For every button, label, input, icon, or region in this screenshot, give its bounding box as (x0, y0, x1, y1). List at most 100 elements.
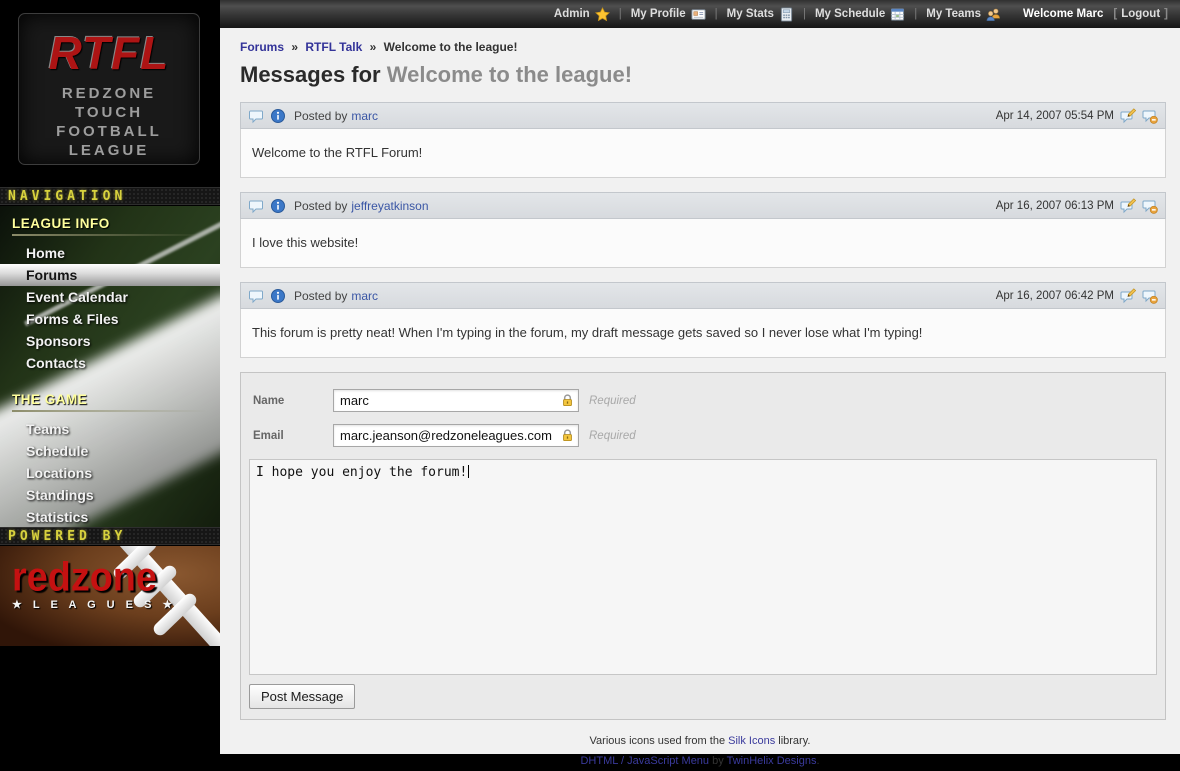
sidebar-item-event-calendar[interactable]: Event Calendar (0, 286, 220, 308)
post-header: Posted by marc Apr 16, 2007 06:42 PM (240, 282, 1166, 309)
post-date: Apr 14, 2007 05:54 PM (996, 110, 1114, 122)
logo-line: TOUCH (19, 103, 199, 122)
topbar: Admin | My Profile | My Stats | My Sched… (220, 0, 1180, 28)
bracket: [ (1113, 8, 1117, 20)
name-label: Name (253, 395, 333, 407)
section-title-the-game: THE GAME (12, 392, 220, 407)
topbar-item-my-profile[interactable]: My Profile (631, 7, 706, 22)
email-row: Email Required (253, 424, 1157, 447)
page-title-prefix: Messages for (240, 62, 387, 87)
footer-text: by (709, 755, 727, 767)
comment-edit-icon[interactable] (1120, 198, 1136, 214)
page-title-topic: Welcome to the league! (387, 62, 632, 87)
footer-text: library. (775, 735, 810, 747)
sidebar: RTFL REDZONE TOUCH FOOTBALL LEAGUE NAVIG… (0, 0, 220, 754)
comment-icon[interactable] (248, 108, 264, 124)
sidebar-item-statistics[interactable]: Statistics (0, 506, 220, 527)
comment-edit-icon[interactable] (1120, 108, 1136, 124)
sidebar-item-home[interactable]: Home (0, 242, 220, 264)
post-date: Apr 16, 2007 06:13 PM (996, 200, 1114, 212)
sidebar-item-standings[interactable]: Standings (0, 484, 220, 506)
breadcrumb-separator: » (370, 40, 377, 54)
info-icon[interactable] (270, 288, 286, 304)
sidebar-item-locations[interactable]: Locations (0, 462, 220, 484)
footer: Various icons used from the Silk Icons l… (220, 731, 1180, 771)
comment-delete-icon[interactable] (1142, 198, 1158, 214)
info-icon[interactable] (270, 198, 286, 214)
section-title-league-info: LEAGUE INFO (12, 216, 220, 231)
post-message-button[interactable]: Post Message (249, 684, 355, 709)
sidebar-item-contacts[interactable]: Contacts (0, 352, 220, 374)
topbar-separator: | (619, 8, 622, 20)
main-content: Forums » RTFL Talk » Welcome to the leag… (220, 28, 1180, 754)
post-header: Posted by jeffreyatkinson Apr 16, 2007 0… (240, 192, 1166, 219)
rtfl-logo[interactable]: RTFL REDZONE TOUCH FOOTBALL LEAGUE (18, 13, 200, 165)
redzone-name: redzone (12, 558, 185, 596)
footer-line-icons: Various icons used from the Silk Icons l… (220, 731, 1180, 751)
topbar-item-my-stats[interactable]: My Stats (727, 7, 794, 22)
sidebar-item-forms-files[interactable]: Forms & Files (0, 308, 220, 330)
bracket: ] (1164, 8, 1168, 20)
post-header: Posted by marc Apr 14, 2007 05:54 PM (240, 102, 1166, 129)
text-caret (468, 465, 469, 478)
topbar-item-admin[interactable]: Admin (554, 7, 610, 22)
sidebar-item-sponsors[interactable]: Sponsors (0, 330, 220, 352)
silk-icons-link[interactable]: Silk Icons (728, 735, 775, 747)
topbar-item-my-schedule[interactable]: My Schedule (815, 7, 905, 22)
sidebar-item-forums[interactable]: Forums (0, 264, 220, 286)
redzone-leagues-logo[interactable]: redzone ★ L E A G U E S ★ (0, 546, 220, 646)
forum-post: Posted by marc Apr 16, 2007 06:42 PM Thi… (240, 282, 1166, 358)
forum-post: Posted by marc Apr 14, 2007 05:54 PM Wel… (240, 102, 1166, 178)
comment-delete-icon[interactable] (1142, 288, 1158, 304)
post-author-link[interactable]: marc (351, 109, 378, 123)
breadcrumb-link-forums[interactable]: Forums (240, 40, 284, 54)
topbar-separator: | (803, 8, 806, 20)
reply-form: Name Required Email Required I hope you … (240, 372, 1166, 720)
sidebar-item-schedule[interactable]: Schedule (0, 440, 220, 462)
sidebar-item-teams[interactable]: Teams (0, 418, 220, 440)
post-body: This forum is pretty neat! When I'm typi… (240, 309, 1166, 358)
section-divider (12, 410, 208, 412)
footer-text: Various icons used from the (590, 735, 729, 747)
post-body: Welcome to the RTFL Forum! (240, 129, 1166, 178)
topbar-item-my-teams[interactable]: My Teams (926, 7, 1001, 22)
email-input[interactable] (333, 424, 579, 447)
post-date: Apr 16, 2007 06:42 PM (996, 290, 1114, 302)
twinhelix-link[interactable]: TwinHelix Designs (727, 755, 817, 767)
post-body: I love this website! (240, 219, 1166, 268)
topbar-separator: | (715, 8, 718, 20)
message-textarea[interactable]: I hope you enjoy the forum! (249, 459, 1157, 675)
breadcrumb: Forums » RTFL Talk » Welcome to the leag… (240, 40, 1166, 54)
forum-post: Posted by jeffreyatkinson Apr 16, 2007 0… (240, 192, 1166, 268)
comment-delete-icon[interactable] (1142, 108, 1158, 124)
topbar-label: My Schedule (815, 8, 885, 20)
group-icon (986, 7, 1001, 22)
breadcrumb-link-rtfl-talk[interactable]: RTFL Talk (305, 40, 362, 54)
lock-icon (560, 393, 575, 408)
rtfl-logo-acronym: RTFL (19, 26, 199, 80)
navigation-banner: NAVIGATION (0, 187, 220, 205)
powered-by-banner: POWERED BY (0, 527, 220, 545)
logo-line: LEAGUE (19, 141, 199, 160)
topbar-label: My Teams (926, 8, 981, 20)
welcome-text: Welcome Marc (1023, 8, 1103, 20)
topbar-label: My Stats (727, 8, 774, 20)
info-icon[interactable] (270, 108, 286, 124)
required-label: Required (589, 395, 636, 407)
posted-by-label: Posted by (294, 109, 347, 123)
section-divider (12, 234, 208, 236)
logout-button[interactable]: [ Logout ] (1113, 8, 1168, 20)
comment-icon[interactable] (248, 288, 264, 304)
logo-line: REDZONE (19, 84, 199, 103)
post-author-link[interactable]: jeffreyatkinson (351, 199, 428, 213)
breadcrumb-current: Welcome to the league! (384, 40, 518, 54)
comment-icon[interactable] (248, 198, 264, 214)
topbar-label: My Profile (631, 8, 686, 20)
dhtml-menu-link[interactable]: DHTML / JavaScript Menu (580, 755, 709, 767)
required-label: Required (589, 430, 636, 442)
post-author-link[interactable]: marc (351, 289, 378, 303)
comment-edit-icon[interactable] (1120, 288, 1136, 304)
page-title: Messages for Welcome to the league! (240, 62, 1166, 88)
name-input[interactable] (333, 389, 579, 412)
logout-label: Logout (1121, 8, 1160, 20)
